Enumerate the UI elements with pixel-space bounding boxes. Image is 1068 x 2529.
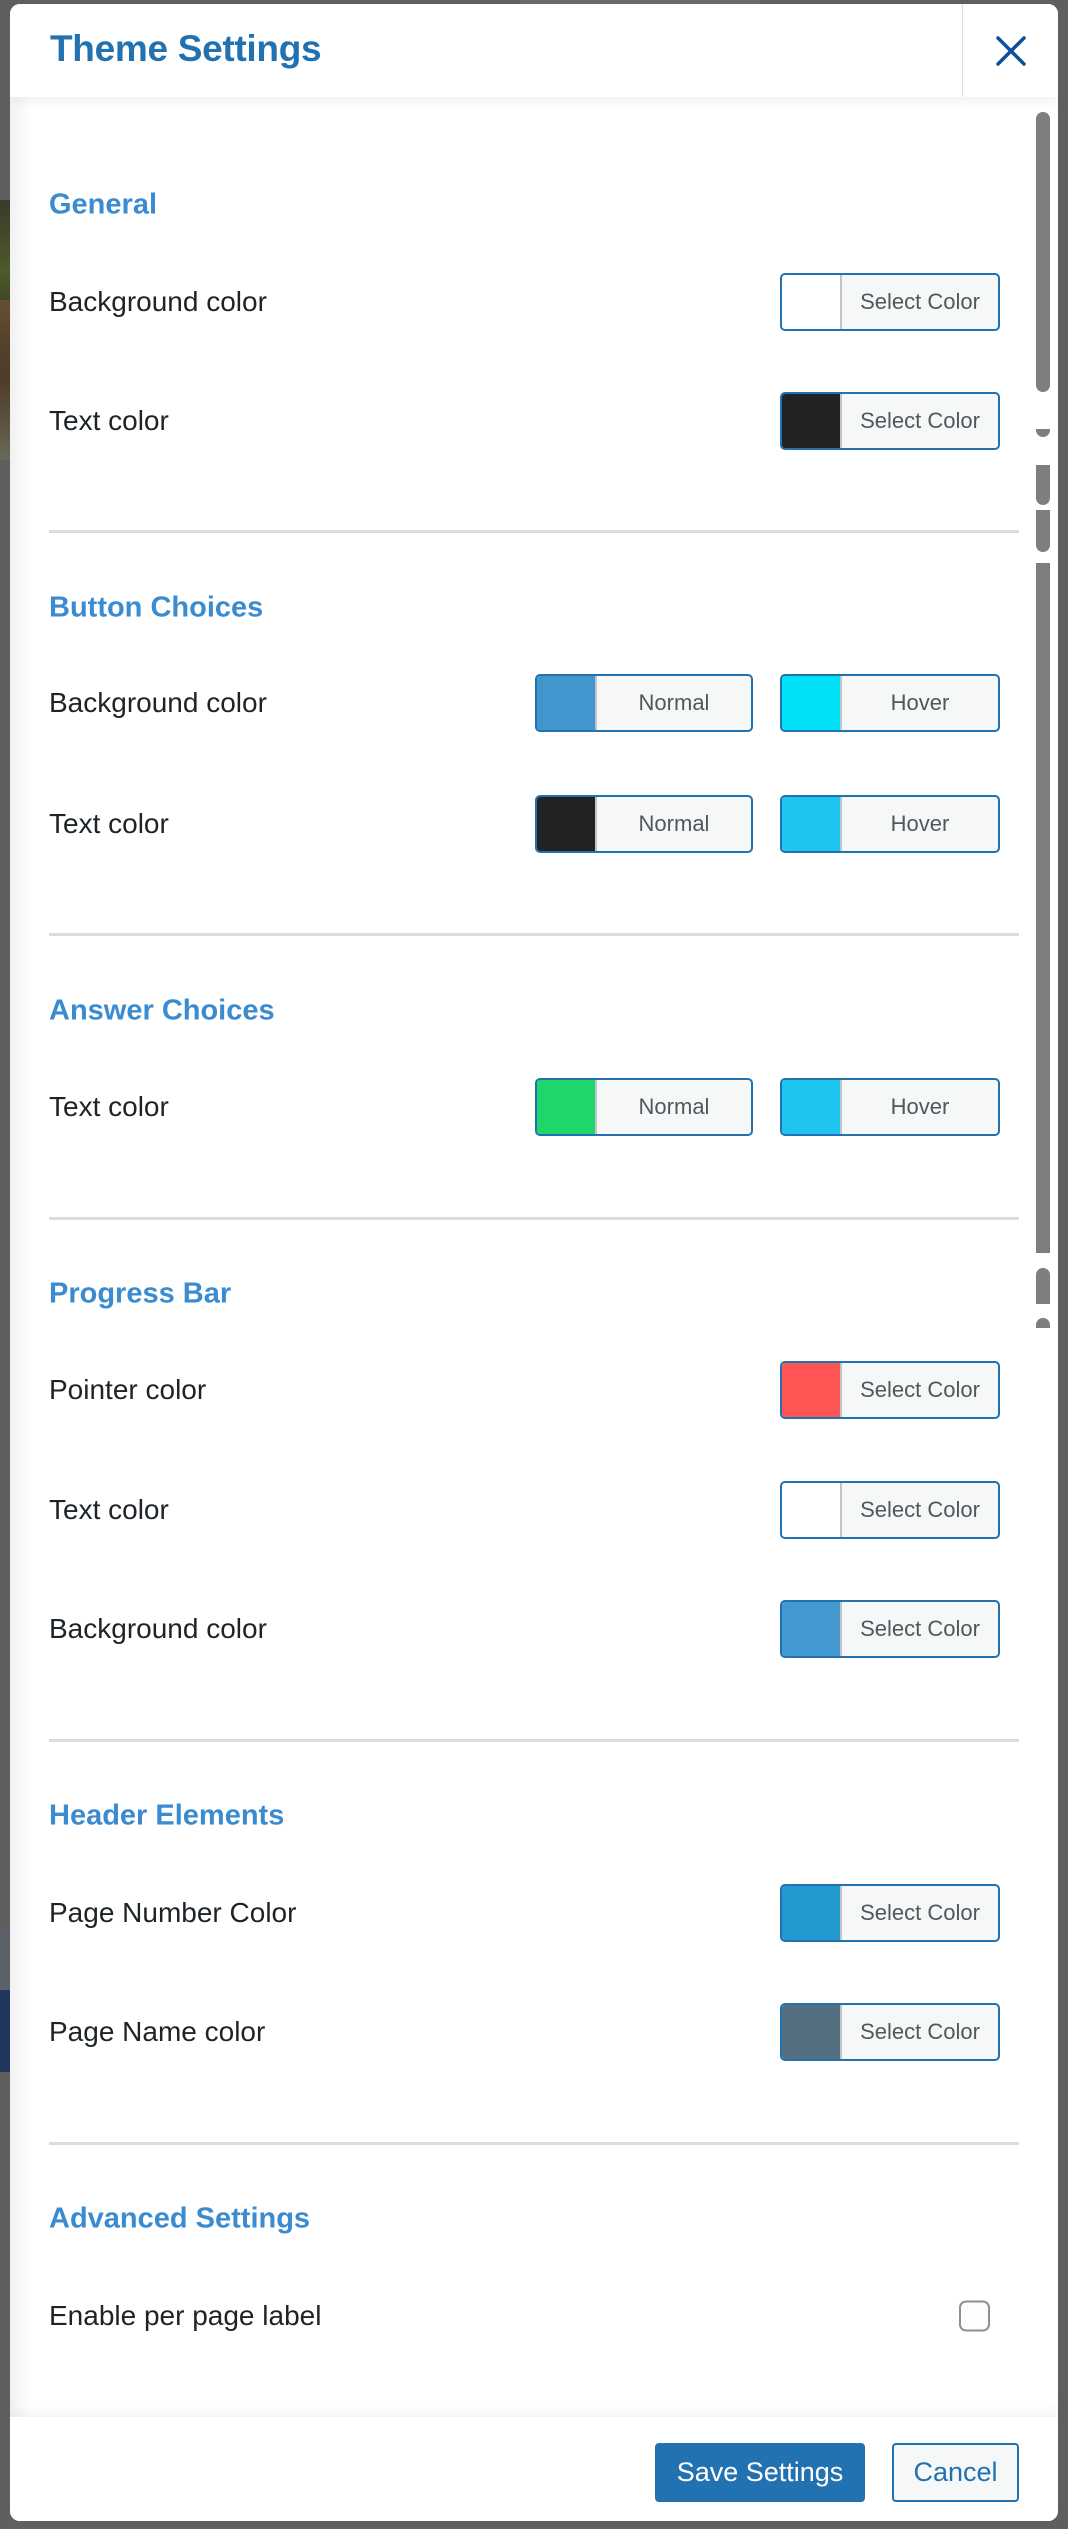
answer-text-normal-color-button[interactable]: Normal xyxy=(535,1078,753,1136)
progress-text-color-button[interactable]: Select Color xyxy=(780,1481,1000,1539)
button-background-color-label: Background color xyxy=(49,687,267,718)
section-title-header-elements: Header Elements xyxy=(49,1799,285,1832)
answer-text-hover-color-button[interactable]: Hover xyxy=(780,1078,1000,1136)
enable-per-page-label-checkbox[interactable] xyxy=(959,2300,990,2332)
hover-label: Hover xyxy=(890,811,950,836)
color-swatch xyxy=(782,797,842,851)
color-swatch xyxy=(537,1080,597,1134)
scrollbar-thumb-fragment xyxy=(1036,563,1050,1253)
scrollbar-thumb-fragment xyxy=(1036,510,1050,552)
select-color-label: Select Color xyxy=(860,289,980,314)
modal-title: Theme Settings xyxy=(50,28,322,69)
select-color-label: Select Color xyxy=(860,1616,980,1641)
section-title-progress-bar: Progress Bar xyxy=(49,1277,232,1310)
modal-body: General Background color Select Color Te… xyxy=(10,97,1058,2417)
general-text-color-label: Text color xyxy=(49,405,169,436)
hover-label: Hover xyxy=(890,690,950,715)
scrollbar-thumb-fragment xyxy=(1036,429,1050,437)
general-background-color-button[interactable]: Select Color xyxy=(780,273,1000,331)
color-swatch xyxy=(782,1483,842,1537)
select-color-label: Select Color xyxy=(860,408,980,433)
progress-text-color-label: Text color xyxy=(49,1494,169,1525)
progress-background-color-label: Background color xyxy=(49,1613,267,1644)
section-title-advanced-settings: Advanced Settings xyxy=(49,2202,311,2235)
section-title-general: General xyxy=(49,188,157,221)
color-swatch xyxy=(537,797,597,851)
cancel-button[interactable]: Cancel xyxy=(892,2443,1019,2502)
select-color-label: Select Color xyxy=(860,2019,980,2044)
close-button[interactable] xyxy=(962,4,1058,97)
select-color-label: Select Color xyxy=(860,1900,980,1925)
normal-label: Normal xyxy=(638,1094,710,1119)
page-number-color-label: Page Number Color xyxy=(49,1897,297,1928)
progress-pointer-color-label: Pointer color xyxy=(49,1374,207,1405)
scrollbar[interactable] xyxy=(1036,107,1050,2417)
page-name-color-button[interactable]: Select Color xyxy=(780,2003,1000,2061)
normal-label: Normal xyxy=(638,811,710,836)
save-settings-button[interactable]: Save Settings xyxy=(655,2443,865,2502)
section-divider xyxy=(49,530,1019,533)
select-color-label: Select Color xyxy=(860,1497,980,1522)
button-text-color-label: Text color xyxy=(49,808,169,839)
close-icon xyxy=(995,35,1026,66)
page-name-color-label: Page Name color xyxy=(49,2016,266,2047)
theme-settings-modal: Theme Settings General Background color … xyxy=(10,4,1058,2521)
progress-pointer-color-button[interactable]: Select Color xyxy=(780,1361,1000,1419)
button-text-hover-color-button[interactable]: Hover xyxy=(780,795,1000,853)
color-swatch xyxy=(782,1602,842,1656)
section-title-answer-choices: Answer Choices xyxy=(49,994,275,1027)
general-background-color-label: Background color xyxy=(49,286,267,317)
answer-text-color-label: Text color xyxy=(49,1091,169,1122)
scrollbar-thumb-fragment xyxy=(1036,1268,1050,1304)
modal-footer: Save Settings Cancel xyxy=(10,2417,1058,2521)
color-swatch xyxy=(782,1886,842,1940)
section-title-button-choices: Button Choices xyxy=(49,591,264,624)
select-color-label: Select Color xyxy=(860,1377,980,1402)
color-swatch xyxy=(782,676,842,730)
section-divider xyxy=(49,1217,1019,1220)
progress-background-color-button[interactable]: Select Color xyxy=(780,1600,1000,1658)
hover-label: Hover xyxy=(890,1094,950,1119)
modal-header: Theme Settings xyxy=(10,4,1058,97)
color-swatch xyxy=(782,394,842,448)
color-swatch xyxy=(782,275,842,329)
general-text-color-button[interactable]: Select Color xyxy=(780,392,1000,450)
button-text-normal-color-button[interactable]: Normal xyxy=(535,795,753,853)
button-background-hover-color-button[interactable]: Hover xyxy=(780,674,1000,732)
scrollbar-thumb-fragment xyxy=(1036,465,1050,505)
color-swatch xyxy=(782,1080,842,1134)
color-swatch xyxy=(782,1363,842,1417)
color-swatch xyxy=(537,676,597,730)
enable-per-page-label-label: Enable per page label xyxy=(49,2300,322,2331)
color-swatch xyxy=(782,2005,842,2059)
scrollbar-thumb[interactable] xyxy=(1036,112,1050,392)
section-divider xyxy=(49,933,1019,936)
page-number-color-button[interactable]: Select Color xyxy=(780,1884,1000,1942)
section-divider xyxy=(49,2142,1019,2145)
normal-label: Normal xyxy=(638,690,710,715)
button-background-normal-color-button[interactable]: Normal xyxy=(535,674,753,732)
section-divider xyxy=(49,1739,1019,1742)
scrollbar-thumb-fragment xyxy=(1036,1318,1050,1328)
